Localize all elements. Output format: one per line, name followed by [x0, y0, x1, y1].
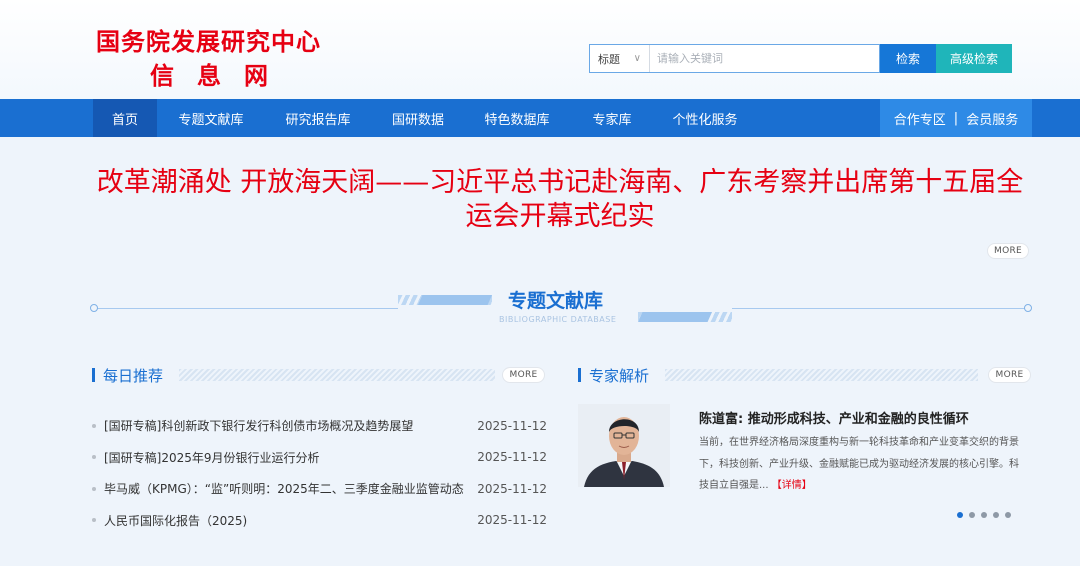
nav-item-topic-library[interactable]: 专题文献库: [157, 99, 265, 137]
nav-item-member-service[interactable]: 会员服务: [966, 109, 1018, 128]
nav-item-cooperation[interactable]: 合作专区: [894, 109, 946, 128]
headline-link[interactable]: 改革潮涌处 开放海天阔——习近平总书记赴海南、广东考察并出席第十五届全运会开幕式…: [90, 166, 1030, 234]
daily-panel-hatch: [179, 369, 495, 381]
banner-stripe-left-solid: [418, 295, 492, 305]
nav-item-featured-databases[interactable]: 特色数据库: [465, 99, 569, 137]
section-title: 专题文献库: [508, 290, 604, 312]
search-type-select[interactable]: 标题 ∨: [590, 45, 650, 72]
banner-line-right: [732, 308, 1026, 309]
list-item[interactable]: [国研专稿]2025年9月份银行业运行分析 2025-11-12: [92, 442, 547, 474]
site-logo-name[interactable]: 国务院发展研究中心: [96, 22, 321, 57]
nav-item-personalized-service[interactable]: 个性化服务: [655, 99, 755, 137]
detail-link[interactable]: 【详情】: [772, 480, 812, 491]
banner-dot-left: [90, 304, 98, 312]
search-button[interactable]: 检索: [880, 44, 936, 73]
carousel-dot[interactable]: [993, 512, 999, 518]
nav-item-experts[interactable]: 专家库: [569, 99, 655, 137]
nav-item-drc-data[interactable]: 国研数据: [371, 99, 465, 137]
bullet-icon: [92, 486, 96, 491]
carousel-dots: [957, 512, 1011, 518]
nav-item-home[interactable]: 首页: [93, 99, 157, 137]
search-input[interactable]: [650, 45, 879, 72]
list-item-date: 2025-11-12: [477, 481, 547, 496]
banner-stripe-right-solid: [638, 312, 712, 322]
panel-bar-icon: [578, 368, 581, 382]
list-item-date: 2025-11-12: [477, 418, 547, 433]
nav-right-group: 合作专区 | 会员服务: [880, 99, 1032, 137]
bullet-icon: [92, 455, 96, 460]
panel-bar-icon: [92, 368, 95, 382]
headline-more-button[interactable]: MORE: [987, 243, 1029, 259]
expert-panel-header: 专家解析: [578, 365, 649, 385]
search-box: 标题 ∨: [589, 44, 880, 73]
banner-dot-right: [1024, 304, 1032, 312]
main-nav: 首页 专题文献库 研究报告库 国研数据 特色数据库 专家库 个性化服务 合作专区…: [0, 99, 1080, 137]
list-item-title[interactable]: [国研专稿]2025年9月份银行业运行分析: [104, 449, 475, 466]
list-item-date: 2025-11-12: [477, 513, 547, 528]
site-header: 国务院发展研究中心 信息网 标题 ∨ 检索 高级检索: [0, 0, 1080, 99]
list-item-title[interactable]: [国研专稿]科创新政下银行发行科创债市场概况及趋势展望: [104, 417, 475, 434]
carousel-dot[interactable]: [981, 512, 987, 518]
expert-panel-title: 专家解析: [589, 366, 650, 385]
carousel-dot[interactable]: [1005, 512, 1011, 518]
expert-article-summary: 当前，在世界经济格局深度重构与新一轮科技革命和产业变革交织的背景下，科技创新、产…: [699, 432, 1027, 497]
carousel-dot[interactable]: [957, 512, 963, 518]
daily-list: [国研专稿]科创新政下银行发行科创债市场概况及趋势展望 2025-11-12 […: [92, 410, 547, 536]
list-item[interactable]: 毕马威（KPMG）：“监”听则明：2025年二、三季度金融业监管动态 2025-…: [92, 473, 547, 505]
advanced-search-button[interactable]: 高级检索: [936, 44, 1012, 73]
list-item[interactable]: 人民币国际化报告（2025) 2025-11-12: [92, 505, 547, 537]
daily-panel-title: 每日推荐: [103, 366, 164, 385]
bullet-icon: [92, 423, 96, 428]
list-item[interactable]: [国研专稿]科创新政下银行发行科创债市场概况及趋势展望 2025-11-12: [92, 410, 547, 442]
site-logo-subname[interactable]: 信息网: [150, 56, 291, 91]
expert-panel-hatch: [665, 369, 978, 381]
daily-more-button[interactable]: MORE: [502, 367, 545, 383]
expert-portrait-icon: [578, 404, 670, 487]
daily-panel-header: 每日推荐: [92, 365, 163, 385]
list-item-title[interactable]: 人民币国际化报告（2025): [104, 512, 475, 529]
list-item-title[interactable]: 毕马威（KPMG）：“监”听则明：2025年二、三季度金融业监管动态: [104, 480, 475, 497]
expert-article-title[interactable]: 陈道富: 推动形成科技、产业和金融的良性循环: [699, 408, 969, 427]
nav-separator: |: [953, 110, 959, 126]
list-item-date: 2025-11-12: [477, 450, 547, 465]
expert-photo[interactable]: [578, 404, 670, 487]
section-subtitle: BIBLIOGRAPHIC DATABASE: [499, 315, 617, 324]
chevron-down-icon: ∨: [633, 53, 641, 64]
expert-more-button[interactable]: MORE: [988, 367, 1031, 383]
bullet-icon: [92, 518, 96, 523]
expert-article-desc: 当前，在世界经济格局深度重构与新一轮科技革命和产业变革交织的背景下，科技创新、产…: [699, 437, 1019, 491]
carousel-dot[interactable]: [969, 512, 975, 518]
nav-item-research-reports[interactable]: 研究报告库: [265, 99, 371, 137]
banner-line-left: [96, 308, 398, 309]
search-type-label: 标题: [598, 52, 620, 66]
